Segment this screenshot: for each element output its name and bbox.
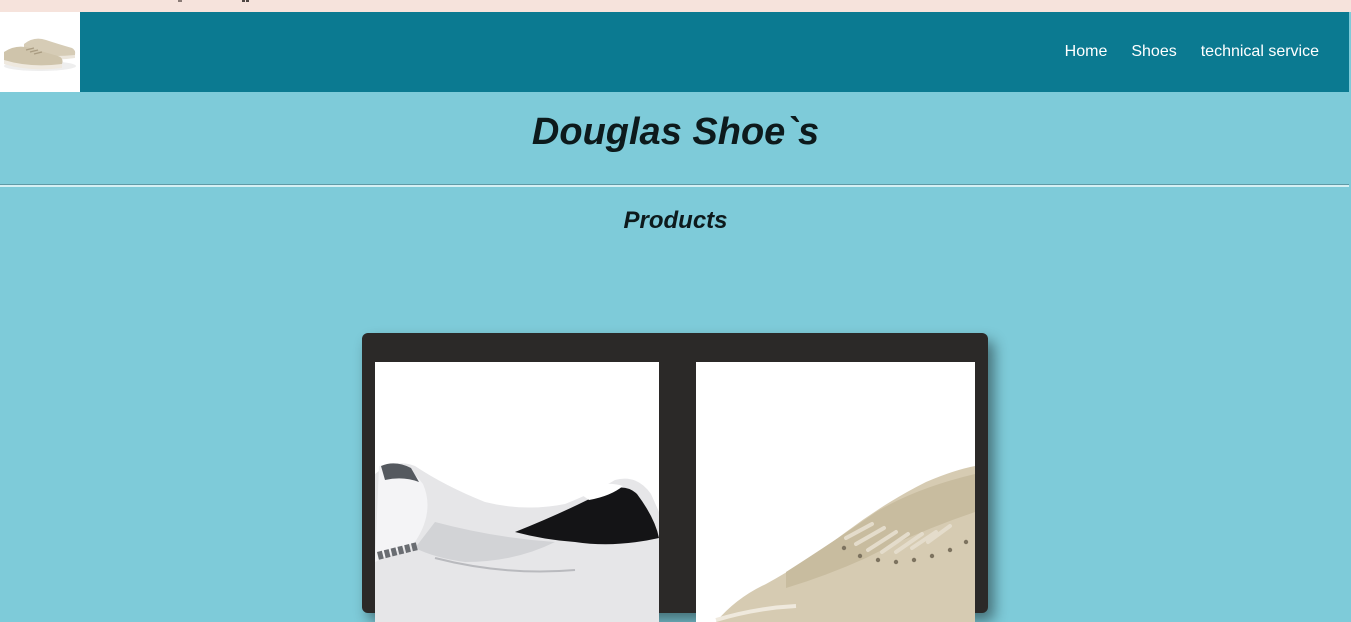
- beige-sneaker-image: [696, 362, 975, 622]
- browser-top-strip: [0, 0, 1351, 12]
- nav-link-shoes[interactable]: Shoes: [1131, 43, 1176, 61]
- navbar: Home Shoes technical service: [0, 12, 1349, 92]
- nav-link-home[interactable]: Home: [1065, 43, 1108, 61]
- product-card-beige-sneaker[interactable]: [696, 362, 975, 622]
- logo-shoe-image[interactable]: [0, 12, 80, 92]
- main-nav: Home Shoes technical service: [1065, 12, 1319, 92]
- cropped-text-fragment: [178, 0, 249, 2]
- white-sneaker-image: [375, 362, 659, 622]
- nav-link-technical-service[interactable]: technical service: [1201, 43, 1319, 61]
- products-heading: Products: [623, 207, 728, 234]
- product-gallery: [362, 333, 988, 622]
- section-divider: [0, 184, 1349, 187]
- site-title: Douglas Shoe`s: [531, 111, 820, 153]
- product-card-white-sneaker[interactable]: [375, 362, 659, 622]
